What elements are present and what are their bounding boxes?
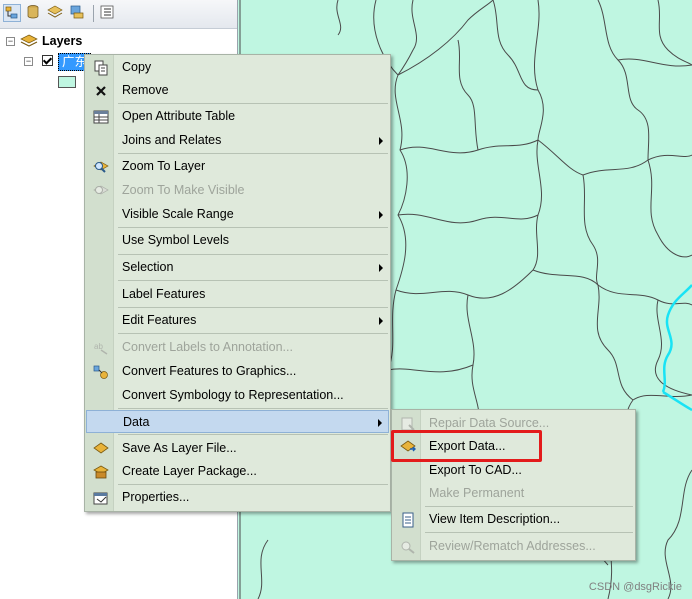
menu-separator [118, 484, 388, 485]
submenu-arrow-icon [379, 211, 383, 219]
menu-item-visible-scale-range[interactable]: Visible Scale Range [86, 203, 389, 226]
submenu-item-view-item-description[interactable]: View Item Description... [393, 508, 634, 531]
collapse-icon[interactable]: − [24, 57, 33, 66]
menu-item-label: Zoom To Layer [122, 159, 206, 173]
layer-visibility-checkbox[interactable] [42, 55, 53, 66]
menu-item-label: Visible Scale Range [122, 207, 234, 221]
layers-stack-icon [20, 34, 38, 47]
submenu-arrow-icon [379, 264, 383, 272]
zoom-visible-icon [93, 185, 109, 195]
menu-item-save-as-layer-file[interactable]: Save As Layer File... [86, 437, 389, 460]
drawing-order-icon [5, 6, 18, 19]
list-by-drawing-order-button[interactable] [3, 4, 21, 22]
menu-item-create-layer-package[interactable]: Create Layer Package... [86, 460, 389, 483]
toc-toolbar [0, 0, 237, 29]
properties-icon [93, 492, 108, 505]
list-by-visibility-button[interactable] [47, 4, 65, 22]
menu-separator [118, 254, 388, 255]
menu-item-label-features[interactable]: Label Features [86, 283, 389, 306]
menu-item-use-symbol-levels[interactable]: Use Symbol Levels [86, 229, 389, 252]
menu-item-label: Data [123, 415, 150, 429]
layers-root-label: Layers [42, 34, 83, 48]
copy-icon [94, 60, 108, 76]
menu-item-label: Open Attribute Table [122, 109, 236, 123]
menu-item-label: View Item Description... [429, 512, 561, 526]
menu-item-label: Create Layer Package... [122, 464, 257, 478]
menu-separator [425, 506, 633, 507]
menu-item-selection[interactable]: Selection [86, 256, 389, 279]
submenu-arrow-icon [378, 419, 382, 427]
watermark-text: CSDN @dsgRickie [588, 581, 682, 593]
menu-separator [118, 434, 388, 435]
selection-layers-icon [70, 5, 84, 19]
menu-item-label: Label Features [122, 287, 206, 301]
menu-item-joins-and-relates[interactable]: Joins and Relates [86, 129, 389, 152]
menu-item-properties[interactable]: Properties... [86, 486, 389, 509]
layer-symbol-swatch [58, 76, 76, 88]
options-list-icon [100, 5, 114, 19]
submenu-item-export-to-cad[interactable]: Export To CAD... [393, 459, 634, 482]
menu-item-label: Convert Symbology to Representation... [122, 388, 344, 402]
list-by-source-button[interactable] [25, 4, 43, 22]
layer-package-icon [93, 465, 109, 479]
layers-root-row[interactable]: − Layers [4, 32, 204, 50]
database-icon [27, 5, 39, 19]
menu-separator [118, 227, 388, 228]
menu-item-data[interactable]: Data [86, 410, 389, 433]
submenu-item-review-rematch-addresses[interactable]: Review/Rematch Addresses... [393, 535, 634, 558]
convert-graphics-icon [93, 365, 108, 379]
collapse-icon[interactable]: − [6, 37, 15, 46]
menu-item-zoom-to-layer[interactable]: Zoom To Layer [86, 155, 389, 178]
menu-item-label: Copy [122, 60, 152, 74]
toc-options-button[interactable] [99, 4, 117, 22]
menu-separator [118, 333, 388, 334]
menu-item-label: Export To CAD... [429, 463, 522, 477]
menu-item-convert-labels-to-annotation[interactable]: ab Convert Labels to Annotation... [86, 336, 389, 359]
menu-separator [118, 280, 388, 281]
toolbar-separator [93, 5, 94, 22]
convert-labels-icon: ab [94, 342, 108, 355]
menu-item-label: Review/Rematch Addresses... [429, 539, 596, 553]
layer-context-menu: Copy Remove Open Attribute Table Joins a… [84, 54, 391, 512]
menu-item-copy[interactable]: Copy [86, 56, 389, 79]
menu-item-label: Properties... [122, 490, 190, 504]
menu-separator [118, 307, 388, 308]
menu-item-label: Convert Features to Graphics... [122, 364, 297, 378]
menu-item-label: Use Symbol Levels [122, 233, 229, 247]
menu-item-label: Joins and Relates [122, 133, 222, 147]
rematch-addresses-icon [401, 541, 415, 554]
menu-item-edit-features[interactable]: Edit Features [86, 309, 389, 332]
menu-item-zoom-to-make-visible[interactable]: Zoom To Make Visible [86, 179, 389, 202]
submenu-item-make-permanent[interactable]: Make Permanent [393, 482, 634, 505]
menu-item-label: Convert Labels to Annotation... [122, 340, 293, 354]
list-by-selection-button[interactable] [69, 4, 87, 22]
menu-separator [118, 153, 388, 154]
menu-item-label: Selection [122, 260, 174, 274]
remove-x-icon [96, 86, 106, 96]
menu-separator [118, 103, 388, 104]
menu-item-convert-symbology-to-representation[interactable]: Convert Symbology to Representation... [86, 384, 389, 407]
export-data-highlight-box [391, 430, 542, 462]
submenu-arrow-icon [379, 137, 383, 145]
zoom-to-layer-icon [93, 161, 109, 173]
menu-item-label: Remove [122, 83, 169, 97]
menu-item-remove[interactable]: Remove [86, 79, 389, 102]
menu-item-label: Edit Features [122, 313, 197, 327]
item-description-icon [402, 512, 414, 528]
menu-item-label: Zoom To Make Visible [122, 183, 245, 197]
layer-file-icon [93, 442, 109, 454]
menu-item-label: Make Permanent [429, 486, 525, 500]
menu-separator [425, 532, 633, 533]
menu-item-open-attribute-table[interactable]: Open Attribute Table [86, 105, 389, 128]
svg-text:ab: ab [94, 342, 103, 351]
menu-item-label: Save As Layer File... [122, 441, 237, 455]
visibility-layers-icon [47, 5, 63, 18]
submenu-arrow-icon [379, 317, 383, 325]
table-icon [93, 110, 109, 124]
menu-separator [118, 408, 388, 409]
menu-item-convert-features-to-graphics[interactable]: Convert Features to Graphics... [86, 360, 389, 383]
